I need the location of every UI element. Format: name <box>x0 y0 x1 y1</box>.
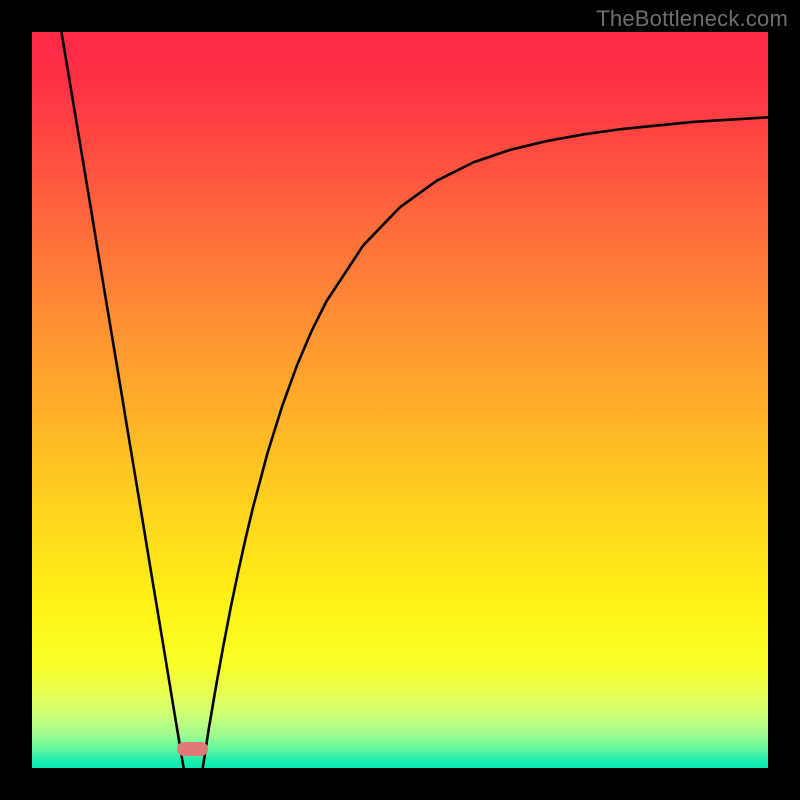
watermark-text: TheBottleneck.com <box>596 6 788 32</box>
curve-layer <box>32 32 768 768</box>
chart-frame: TheBottleneck.com <box>0 0 800 800</box>
curve-right-branch <box>203 117 768 768</box>
bottleneck-marker <box>177 742 208 757</box>
curve-left-branch <box>61 32 183 768</box>
